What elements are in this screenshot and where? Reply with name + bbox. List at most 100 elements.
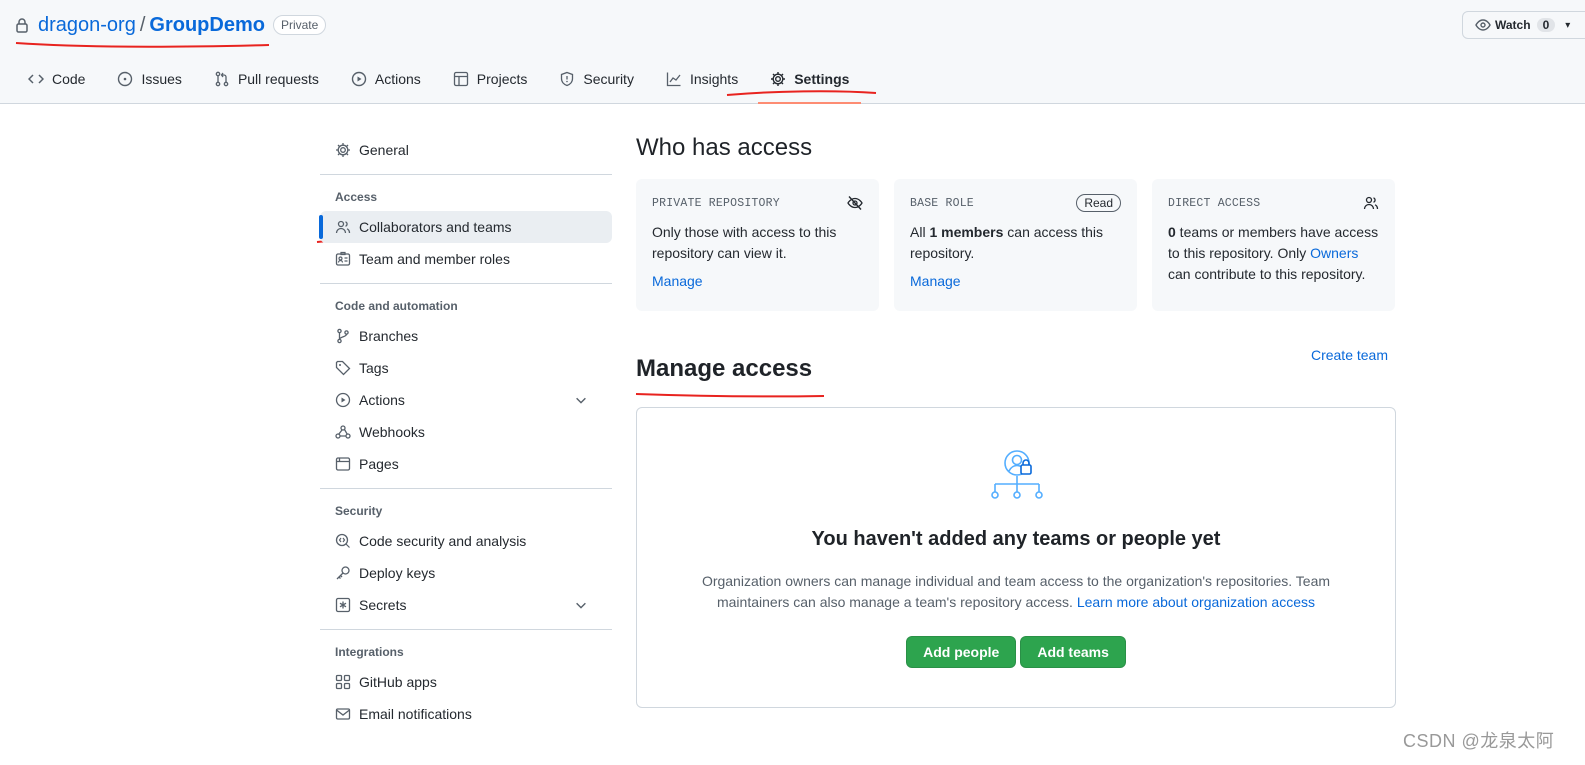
card-text: Only those with access to this repositor…	[652, 224, 837, 261]
text-fragment: All	[910, 224, 930, 240]
asterisk-icon	[335, 597, 351, 613]
sidebar-item-label: Actions	[359, 392, 405, 408]
tab-security[interactable]: Security	[547, 62, 646, 96]
add-people-button[interactable]: Add people	[906, 636, 1017, 668]
sidebar-heading-access: Access	[335, 190, 378, 204]
lock-icon	[14, 17, 30, 33]
repo-name-link[interactable]: GroupDemo	[149, 14, 265, 37]
code-icon	[28, 74, 44, 84]
sidebar-item-collaborators[interactable]: Collaborators and teams	[319, 211, 612, 243]
sidebar-item-general[interactable]: General	[320, 134, 612, 166]
card-text: 0 teams or members have access to this r…	[1168, 222, 1379, 285]
graph-icon	[666, 72, 681, 87]
tab-label: Settings	[794, 71, 850, 87]
manage-access-empty-state: You haven't added any teams or people ye…	[636, 407, 1396, 708]
issue-icon	[118, 71, 133, 87]
card-text: All 1 members can access this repository…	[910, 222, 1121, 264]
tab-label: Insights	[689, 71, 739, 87]
visibility-badge: Private	[272, 15, 327, 35]
main-content: Who has access PRIVATE REPOSITORY Only t…	[636, 130, 1396, 708]
watch-button[interactable]: Watch 0 ▾	[1462, 11, 1585, 39]
eye-icon	[1475, 19, 1491, 31]
chevron-down-icon: ▾	[1565, 19, 1571, 31]
sidebar-item-label: GitHub apps	[359, 674, 437, 690]
add-teams-button[interactable]: Add teams	[1020, 636, 1126, 668]
tab-issues[interactable]: Issues	[105, 62, 193, 96]
webhook-icon	[335, 425, 351, 439]
sidebar-item-label: Code security and analysis	[359, 533, 527, 549]
private-repository-card: PRIVATE REPOSITORY Only those with acces…	[636, 179, 879, 311]
pull-request-icon	[215, 71, 229, 87]
tab-label: Actions	[374, 71, 421, 87]
sidebar-heading-code-automation: Code and automation	[335, 299, 458, 313]
member-count: 1 members	[929, 224, 1004, 240]
sidebar-item-deploy-keys[interactable]: Deploy keys	[320, 557, 612, 589]
repo-tabs: Code Issues Pull requests Actions Projec…	[16, 62, 869, 104]
tab-label: Pull requests	[237, 71, 319, 87]
play-icon	[335, 392, 351, 408]
shield-icon	[561, 71, 574, 87]
eye-closed-icon	[847, 196, 863, 210]
direct-access-card: DIRECT ACCESS 0 teams or members have ac…	[1152, 179, 1395, 311]
tab-code[interactable]: Code	[16, 62, 97, 96]
sidebar-item-team-member-roles[interactable]: Team and member roles	[320, 243, 612, 275]
empty-state-actions: Add people Add teams	[637, 636, 1395, 668]
sidebar-item-label: Pages	[359, 456, 399, 472]
tab-label: Issues	[141, 71, 182, 87]
tab-insights[interactable]: Insights	[654, 62, 750, 96]
sidebar-item-label: Deploy keys	[359, 565, 436, 581]
tab-pull-requests[interactable]: Pull requests	[202, 62, 331, 96]
sidebar-item-secrets[interactable]: Secrets	[320, 589, 612, 621]
sidebar-item-email-notifications[interactable]: Email notifications	[320, 698, 612, 730]
sidebar-item-branches[interactable]: Branches	[320, 320, 612, 352]
table-icon	[453, 71, 468, 87]
learn-more-link[interactable]: Learn more about organization access	[1077, 594, 1315, 610]
base-role-card: BASE ROLE Read All 1 members can access …	[894, 179, 1137, 311]
browser-icon	[335, 457, 351, 471]
manage-visibility-link[interactable]: Manage	[652, 273, 863, 289]
sidebar-item-webhooks[interactable]: Webhooks	[320, 416, 612, 448]
people-icon	[1363, 196, 1379, 210]
key-icon	[336, 566, 350, 580]
manage-base-role-link[interactable]: Manage	[910, 273, 1121, 289]
owners-link[interactable]: Owners	[1310, 245, 1358, 261]
path-separator: /	[139, 13, 146, 36]
repo-title: dragon-org / GroupDemo Private	[14, 12, 327, 38]
tab-actions[interactable]: Actions	[339, 62, 433, 96]
tab-label: Projects	[476, 71, 528, 87]
tab-projects[interactable]: Projects	[441, 62, 540, 96]
sidebar-item-label: Team and member roles	[359, 251, 510, 267]
sidebar-heading-integrations: Integrations	[335, 645, 404, 659]
tab-label: Code	[52, 71, 86, 87]
sidebar-item-pages[interactable]: Pages	[320, 448, 612, 480]
sidebar-item-label: Secrets	[359, 597, 407, 613]
repo-header: dragon-org / GroupDemo Private Watch 0 ▾…	[0, 0, 1585, 104]
chevron-down-icon[interactable]	[574, 393, 588, 407]
sidebar-item-label: General	[359, 142, 409, 158]
sidebar-item-tags[interactable]: Tags	[320, 352, 612, 384]
sidebar-item-github-apps[interactable]: GitHub apps	[320, 666, 612, 698]
text-fragment: can contribute to this repository.	[1168, 266, 1366, 282]
manage-access-title: Manage access	[636, 355, 813, 382]
branch-icon	[337, 328, 349, 344]
create-team-link[interactable]: Create team	[1311, 347, 1388, 363]
people-icon	[335, 220, 351, 234]
sidebar-item-actions[interactable]: Actions	[320, 384, 612, 416]
play-icon	[351, 71, 367, 87]
mail-icon	[335, 708, 351, 720]
sidebar-item-label: Webhooks	[359, 424, 425, 440]
chevron-down-icon[interactable]	[574, 598, 588, 612]
apps-icon	[335, 674, 351, 690]
tab-label: Security	[583, 71, 634, 87]
codescan-icon	[335, 533, 350, 548]
sidebar-item-label: Branches	[359, 328, 419, 344]
settings-sidebar: General Access Collaborators and teams T…	[319, 134, 612, 730]
watch-label: Watch	[1495, 18, 1531, 32]
sidebar-item-code-security[interactable]: Code security and analysis	[320, 525, 612, 557]
divider	[320, 629, 612, 630]
tab-settings[interactable]: Settings	[758, 62, 862, 104]
owner-link[interactable]: dragon-org	[38, 14, 136, 37]
card-label: PRIVATE REPOSITORY	[652, 197, 780, 210]
role-badge: Read	[1076, 194, 1121, 212]
who-has-access-title: Who has access	[636, 134, 813, 161]
